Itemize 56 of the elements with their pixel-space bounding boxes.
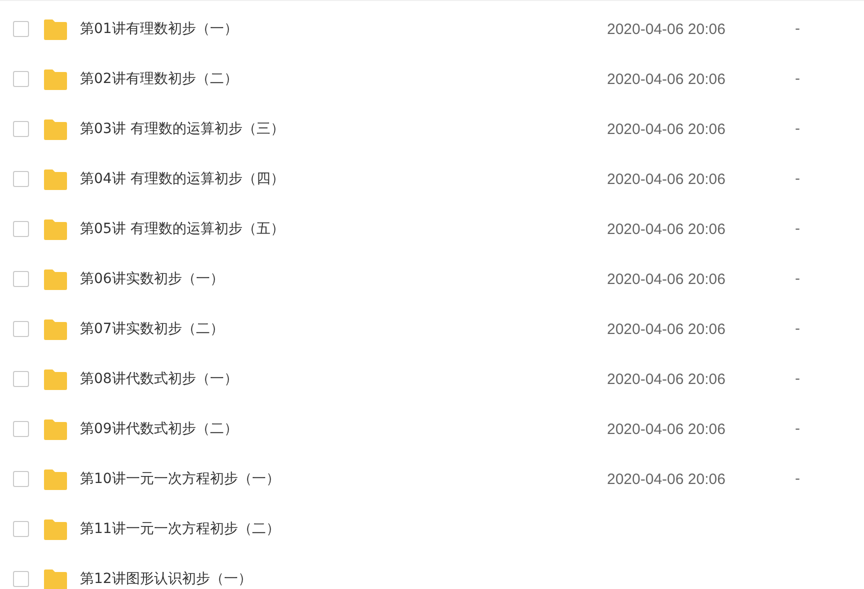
modified-date: 2020-04-06 20:06 bbox=[607, 270, 726, 288]
checkbox[interactable] bbox=[13, 221, 29, 237]
folder-name[interactable]: 第02讲有理数初步（二） bbox=[80, 70, 238, 88]
folder-name[interactable]: 第08讲代数式初步（一） bbox=[80, 370, 238, 388]
file-size: - bbox=[795, 21, 800, 37]
folder-name[interactable]: 第07讲实数初步（二） bbox=[80, 320, 224, 338]
file-size: - bbox=[795, 221, 800, 237]
file-size: - bbox=[795, 171, 800, 187]
checkbox[interactable] bbox=[13, 571, 29, 587]
modified-date: 2020-04-06 20:06 bbox=[607, 420, 726, 438]
folder-name[interactable]: 第10讲一元一次方程初步（一） bbox=[80, 470, 280, 488]
checkbox[interactable] bbox=[13, 171, 29, 187]
modified-date: 2020-04-06 20:06 bbox=[607, 20, 726, 38]
folder-name[interactable]: 第11讲一元一次方程初步（二） bbox=[80, 520, 280, 538]
folder-icon bbox=[43, 568, 68, 589]
checkbox[interactable] bbox=[13, 521, 29, 537]
folder-icon bbox=[43, 168, 68, 190]
folder-name[interactable]: 第06讲实数初步（一） bbox=[80, 270, 224, 288]
modified-date: 2020-04-06 20:06 bbox=[607, 170, 726, 188]
checkbox[interactable] bbox=[13, 71, 29, 87]
folder-icon bbox=[43, 268, 68, 290]
file-size: - bbox=[795, 421, 800, 437]
modified-date: 2020-04-06 20:06 bbox=[607, 370, 726, 388]
folder-icon bbox=[43, 218, 68, 240]
folder-icon bbox=[43, 368, 68, 390]
checkbox[interactable] bbox=[13, 321, 29, 337]
checkbox[interactable] bbox=[13, 471, 29, 487]
folder-icon bbox=[43, 318, 68, 340]
folder-name[interactable]: 第05讲 有理数的运算初步（五） bbox=[80, 220, 284, 238]
folder-icon bbox=[43, 18, 68, 40]
file-size: - bbox=[795, 121, 800, 137]
file-size: - bbox=[795, 271, 800, 287]
modified-date: 2020-04-06 20:06 bbox=[607, 120, 726, 138]
file-size: - bbox=[795, 71, 800, 87]
file-size: - bbox=[795, 471, 800, 487]
folder-name[interactable]: 第04讲 有理数的运算初步（四） bbox=[80, 170, 284, 188]
file-size: - bbox=[795, 371, 800, 387]
folder-icon bbox=[43, 118, 68, 140]
folder-name[interactable]: 第03讲 有理数的运算初步（三） bbox=[80, 120, 284, 138]
file-size: - bbox=[795, 321, 800, 337]
folder-icon bbox=[43, 68, 68, 90]
folder-name[interactable]: 第12讲图形认识初步（一） bbox=[80, 570, 252, 588]
checkbox[interactable] bbox=[13, 121, 29, 137]
folder-icon bbox=[43, 418, 68, 440]
modified-date: 2020-04-06 20:06 bbox=[607, 470, 726, 488]
modified-date: 2020-04-06 20:06 bbox=[607, 220, 726, 238]
checkbox[interactable] bbox=[13, 21, 29, 37]
folder-name[interactable]: 第09讲代数式初步（二） bbox=[80, 420, 238, 438]
checkbox[interactable] bbox=[13, 371, 29, 387]
modified-date: 2020-04-06 20:06 bbox=[607, 320, 726, 338]
checkbox[interactable] bbox=[13, 421, 29, 437]
folder-icon bbox=[43, 518, 68, 540]
modified-date: 2020-04-06 20:06 bbox=[607, 70, 726, 88]
folder-name[interactable]: 第01讲有理数初步（一） bbox=[80, 20, 238, 38]
folder-icon bbox=[43, 468, 68, 490]
checkbox[interactable] bbox=[13, 271, 29, 287]
